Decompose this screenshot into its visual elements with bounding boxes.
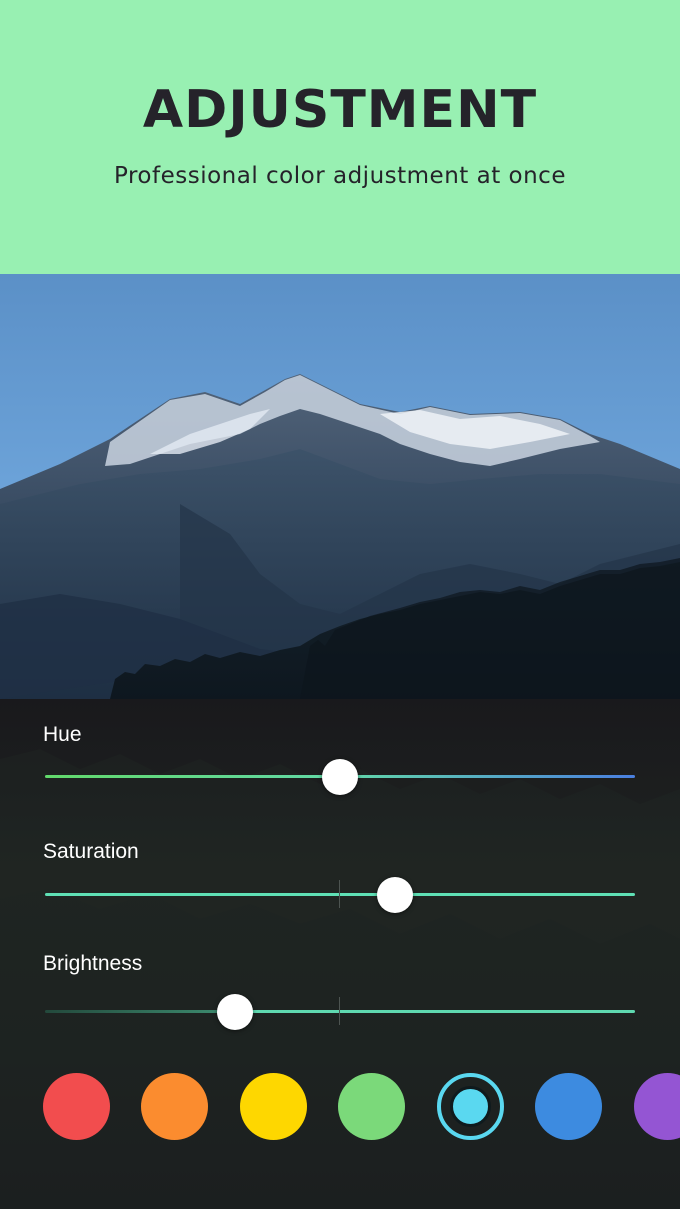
brightness-slider-track-left[interactable] — [45, 1010, 235, 1013]
swatch-orange[interactable] — [141, 1073, 208, 1140]
page-subtitle: Professional color adjustment at once — [114, 163, 566, 189]
brightness-slider-track[interactable] — [235, 1010, 635, 1013]
brightness-label: Brightness — [43, 952, 143, 975]
photo-preview — [0, 274, 680, 699]
saturation-center-tick — [339, 880, 340, 908]
swatch-cyan-inner — [450, 1086, 491, 1127]
swatch-cyan-selected[interactable] — [437, 1073, 504, 1140]
brightness-center-tick — [339, 997, 340, 1025]
saturation-label: Saturation — [43, 840, 139, 863]
saturation-slider-thumb[interactable] — [377, 877, 413, 913]
saturation-slider-track[interactable] — [45, 893, 635, 896]
hue-label: Hue — [43, 723, 82, 746]
page-title: ADJUSTMENT — [142, 80, 538, 140]
header-banner: ADJUSTMENT Professional color adjustment… — [0, 0, 680, 274]
hue-slider-thumb[interactable] — [322, 759, 358, 795]
swatch-blue[interactable] — [535, 1073, 602, 1140]
swatch-green[interactable] — [338, 1073, 405, 1140]
swatch-red[interactable] — [43, 1073, 110, 1140]
swatch-yellow[interactable] — [240, 1073, 307, 1140]
mountain-photo — [0, 274, 680, 699]
brightness-slider-thumb[interactable] — [217, 994, 253, 1030]
